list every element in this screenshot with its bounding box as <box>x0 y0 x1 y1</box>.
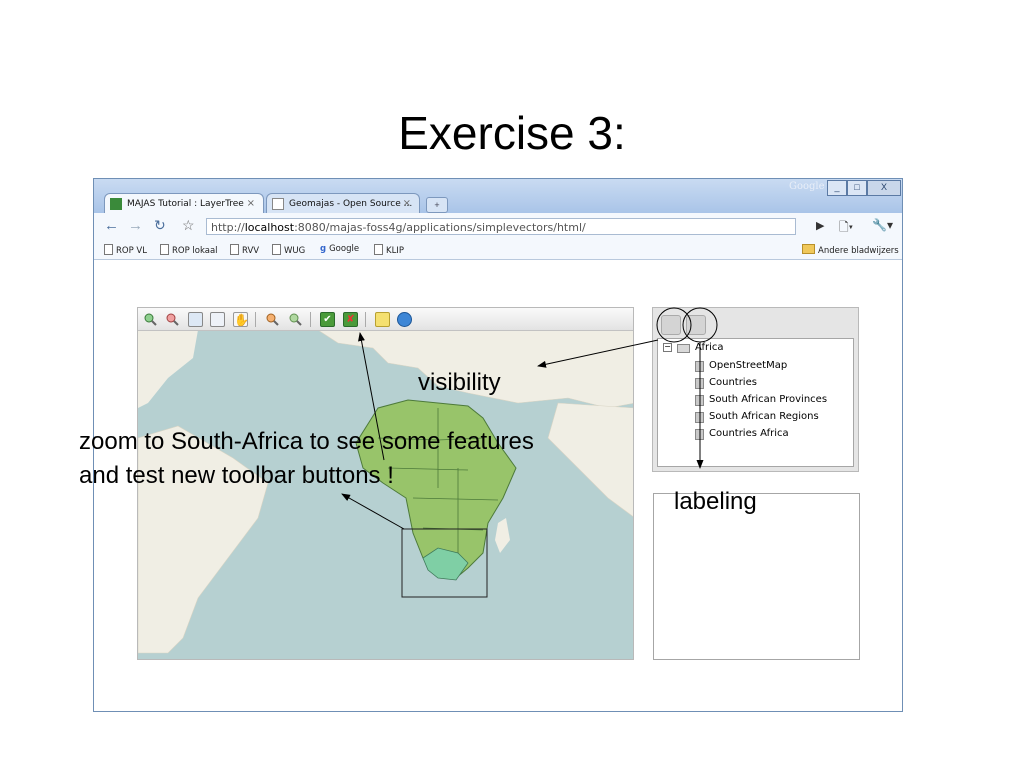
highlight-circle <box>682 307 718 343</box>
highlight-circle <box>656 307 692 343</box>
visibility-arrow <box>537 339 659 368</box>
zoom-arrow <box>341 493 405 530</box>
toolbar-arrow <box>358 332 385 461</box>
annotation-arrows <box>341 307 718 530</box>
